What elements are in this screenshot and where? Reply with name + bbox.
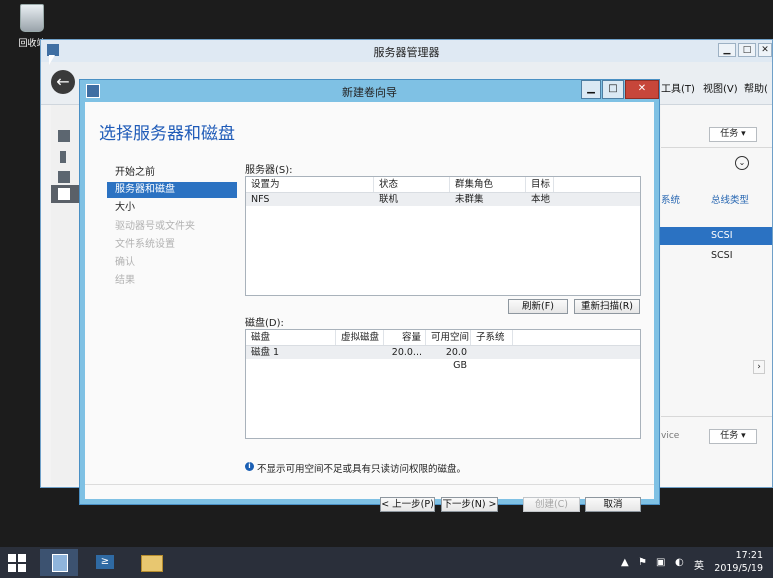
page-title: 选择服务器和磁盘 <box>99 124 235 144</box>
table-row[interactable]: NFS 联机 未群集 本地 <box>246 193 640 206</box>
divider <box>661 147 772 148</box>
servers-table-header: 设置为 状态 群集角色 目标 <box>246 177 640 193</box>
step-before-you-begin[interactable]: 开始之前 <box>107 165 237 181</box>
wizard-title: 新建卷向导 <box>342 86 397 99</box>
column-header[interactable]: 状态 <box>374 177 450 192</box>
close-icon[interactable]: ✕ <box>625 80 659 99</box>
server-manager-icon <box>52 554 68 572</box>
divider <box>661 416 772 417</box>
minimize-icon[interactable]: ▁ <box>581 80 601 99</box>
trash-icon <box>20 4 44 32</box>
info-icon: i <box>245 462 254 471</box>
powershell-taskbar-button[interactable]: ≥ <box>86 549 124 576</box>
new-volume-wizard: 新建卷向导 ▁ □ ✕ 选择服务器和磁盘 开始之前 服务器和磁盘 大小 驱动器号… <box>79 79 660 512</box>
dashboard-icon[interactable] <box>58 130 70 142</box>
scroll-right-icon[interactable]: › <box>753 360 765 374</box>
column-header[interactable]: 目标 <box>526 177 554 192</box>
menu-view[interactable]: 视图(V) <box>703 80 738 95</box>
wizard-body: 选择服务器和磁盘 开始之前 服务器和磁盘 大小 驱动器号或文件夹 文件系统设置 … <box>85 102 654 512</box>
file-services-nav-item[interactable] <box>51 185 79 203</box>
step-confirmation: 确认 <box>115 257 135 268</box>
next-button[interactable]: 下一步(N) > <box>441 497 498 512</box>
servers-label: 服务器(S): <box>245 165 293 176</box>
service-fragment: vice <box>661 431 680 441</box>
step-server-and-disk[interactable]: 服务器和磁盘 <box>107 182 237 198</box>
tasks-dropdown-2[interactable]: 任务 ▾ <box>709 429 757 444</box>
create-button: 创建(C) <box>523 497 580 512</box>
flag-icon[interactable]: ⚑ <box>638 557 647 568</box>
servers-table: 设置为 状态 群集角色 目标 NFS 联机 未群集 本地 <box>245 176 641 296</box>
server-manager-title: 服务器管理器 <box>373 46 440 59</box>
clock-time: 17:21 <box>735 550 763 561</box>
back-arrow-icon[interactable]: ← <box>51 70 75 94</box>
ime-indicator[interactable]: 英 <box>694 557 704 572</box>
maximize-icon[interactable]: □ <box>602 80 624 99</box>
column-system[interactable]: 系统 <box>661 192 680 206</box>
bus-type-cell: SCSI <box>711 250 733 261</box>
explorer-taskbar-button[interactable] <box>132 549 170 576</box>
column-header[interactable]: 磁盘 <box>246 330 336 345</box>
server-manager-nav <box>51 105 79 485</box>
status-cell: 联机 <box>379 194 399 205</box>
bus-type-cell: SCSI <box>711 230 733 241</box>
table-row[interactable]: 磁盘 1 20.0... 20.0 GB <box>246 346 640 371</box>
cluster-role-cell: 未群集 <box>455 194 484 205</box>
taskbar: ≥ ▲ ⚑ ▣ ◐ 英 17:21 2019/5/19 <box>0 547 773 578</box>
tray-expand-icon[interactable]: ▲ <box>621 557 629 568</box>
powershell-icon: ≥ <box>96 555 114 569</box>
system-clock[interactable]: 17:21 2019/5/19 <box>714 549 763 575</box>
chevron-down-icon[interactable]: ⌄ <box>735 156 749 170</box>
all-servers-icon[interactable] <box>58 171 70 183</box>
disks-table: 磁盘 虚拟磁盘 容量 可用空间 子系统 磁盘 1 20.0... 20.0 GB <box>245 329 641 439</box>
previous-button[interactable]: < 上一步(P) <box>380 497 435 512</box>
local-server-icon[interactable] <box>60 151 66 163</box>
disk-name-cell: 磁盘 1 <box>251 347 280 358</box>
column-header[interactable]: 可用空间 <box>426 330 471 345</box>
server-manager-taskbar-button[interactable] <box>40 549 78 576</box>
cancel-button[interactable]: 取消 <box>585 497 641 512</box>
maximize-icon[interactable]: □ <box>738 43 756 57</box>
clock-date: 2019/5/19 <box>714 563 763 574</box>
menu-help[interactable]: 帮助( <box>744 80 768 95</box>
folder-icon <box>141 555 163 572</box>
server-name-cell: NFS <box>251 194 270 205</box>
close-icon[interactable]: ✕ <box>758 43 772 57</box>
divider <box>85 484 654 485</box>
info-text: 不显示可用空间不足或具有只读访问权限的磁盘。 <box>257 464 467 475</box>
server-manager-content: 任务 ▾ ⌄ 系统 总线类型 vice 任务 ▾ › <box>661 105 772 487</box>
column-header[interactable]: 虚拟磁盘 <box>336 330 384 345</box>
minimize-icon[interactable]: ▁ <box>718 43 736 57</box>
free-space-cell: 20.0 GB <box>445 347 467 371</box>
step-drive-letter: 驱动器号或文件夹 <box>115 221 195 232</box>
table-row[interactable]: SCSI <box>659 227 772 245</box>
column-bus-type[interactable]: 总线类型 <box>711 192 749 206</box>
capacity-cell: 20.0... <box>391 347 422 358</box>
network-icon[interactable]: ▣ <box>656 557 665 568</box>
wizard-titlebar[interactable]: 新建卷向导 ▁ □ ✕ <box>80 80 659 101</box>
tasks-dropdown[interactable]: 任务 ▾ <box>709 127 757 142</box>
virtual-disk-cell <box>336 346 384 359</box>
menu-tools[interactable]: 工具(T) <box>661 80 695 95</box>
destination-cell: 本地 <box>531 194 551 205</box>
column-header[interactable]: 子系统 <box>471 330 513 345</box>
column-header[interactable]: 群集角色 <box>450 177 526 192</box>
refresh-button[interactable]: 刷新(F) <box>508 299 568 314</box>
disks-label: 磁盘(D): <box>245 318 284 329</box>
mouse-cursor-icon <box>49 55 55 65</box>
step-filesystem: 文件系统设置 <box>115 239 175 250</box>
disks-table-header: 磁盘 虚拟磁盘 容量 可用空间 子系统 <box>246 330 640 346</box>
server-manager-titlebar[interactable]: 服务器管理器 ▁ □ ✕ <box>41 40 772 62</box>
volume-icon[interactable]: ◐ <box>675 557 684 568</box>
step-size[interactable]: 大小 <box>107 200 237 216</box>
file-storage-icon <box>58 188 70 200</box>
column-header[interactable]: 设置为 <box>246 177 374 192</box>
column-header[interactable]: 容量 <box>384 330 426 345</box>
windows-start-icon[interactable] <box>8 554 26 572</box>
step-results: 结果 <box>115 275 135 286</box>
subsystem-cell <box>471 346 513 359</box>
rescan-button[interactable]: 重新扫描(R) <box>574 299 640 314</box>
